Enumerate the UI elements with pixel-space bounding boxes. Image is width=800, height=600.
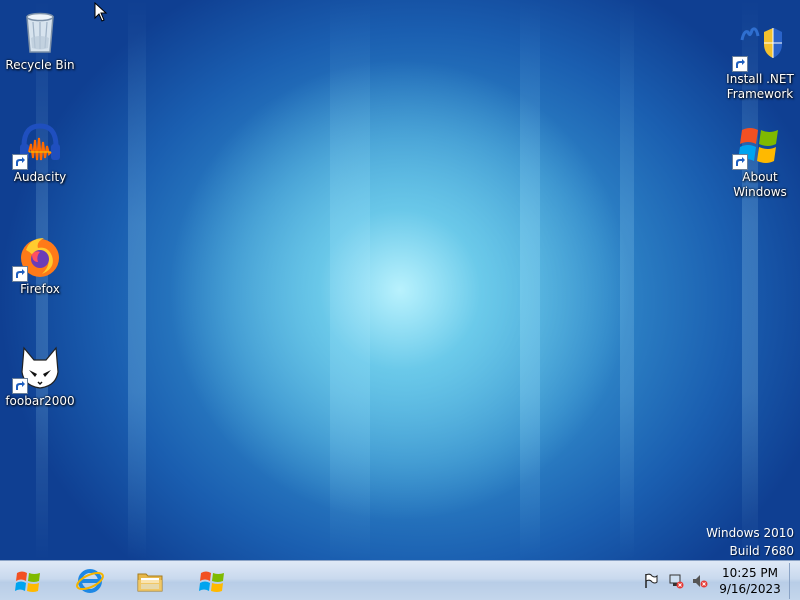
- build-watermark: Windows 2010 Build 7680: [706, 524, 794, 560]
- desktop-icon-label: About Windows: [733, 170, 787, 199]
- desktop-icon-audacity[interactable]: Audacity: [0, 116, 80, 216]
- watermark-build: Build 7680: [729, 544, 794, 558]
- recycle-bin-icon: [26, 12, 54, 53]
- watermark-os-name: Windows 2010: [706, 526, 794, 540]
- shortcut-arrow-icon: [12, 378, 28, 394]
- desktop-icon-about-windows[interactable]: About Windows: [720, 116, 800, 216]
- desktop-icon-firefox[interactable]: Firefox: [0, 228, 80, 328]
- windows-logo-icon: [199, 571, 224, 592]
- shortcut-arrow-icon: [732, 154, 748, 170]
- shortcut-arrow-icon: [732, 56, 748, 72]
- taskbar-internet-explorer[interactable]: [70, 564, 110, 598]
- internet-explorer-icon: [76, 569, 104, 593]
- desktop-icon-recycle-bin[interactable]: Recycle Bin: [0, 4, 80, 104]
- network-disconnected-icon[interactable]: [668, 573, 684, 589]
- clock-time: 10:25 PM: [722, 566, 778, 580]
- desktop-icon-install-dotnet[interactable]: Install .NET Framework: [720, 18, 800, 118]
- file-explorer-icon: [137, 573, 163, 592]
- desktop-icon-foobar2000[interactable]: foobar2000: [0, 340, 80, 440]
- desktop[interactable]: Recycle Bin Audacity Firefox foobar2000 …: [0, 0, 800, 560]
- clock-date: 9/16/2023: [719, 582, 781, 596]
- action-center-flag-icon[interactable]: [643, 573, 659, 589]
- start-orb-icon: [15, 571, 40, 592]
- show-desktop-button[interactable]: [789, 563, 800, 599]
- shortcut-arrow-icon: [12, 266, 28, 282]
- desktop-icon-label: foobar2000: [5, 394, 75, 408]
- taskbar-clock[interactable]: 10:25 PM 9/16/2023: [710, 565, 790, 597]
- taskbar: 10:25 PM 9/16/2023: [0, 560, 800, 600]
- taskbar-file-explorer[interactable]: [130, 564, 170, 598]
- start-button[interactable]: [8, 564, 48, 598]
- mouse-cursor-icon: [94, 2, 108, 22]
- taskbar-windows-app[interactable]: [192, 564, 232, 598]
- desktop-icon-label: Firefox: [20, 282, 60, 296]
- shortcut-arrow-icon: [12, 154, 28, 170]
- desktop-icon-label: Recycle Bin: [5, 58, 75, 72]
- desktop-icon-label: Install .NET Framework: [726, 72, 794, 101]
- volume-muted-icon[interactable]: [692, 573, 708, 589]
- desktop-icon-label: Audacity: [13, 170, 67, 184]
